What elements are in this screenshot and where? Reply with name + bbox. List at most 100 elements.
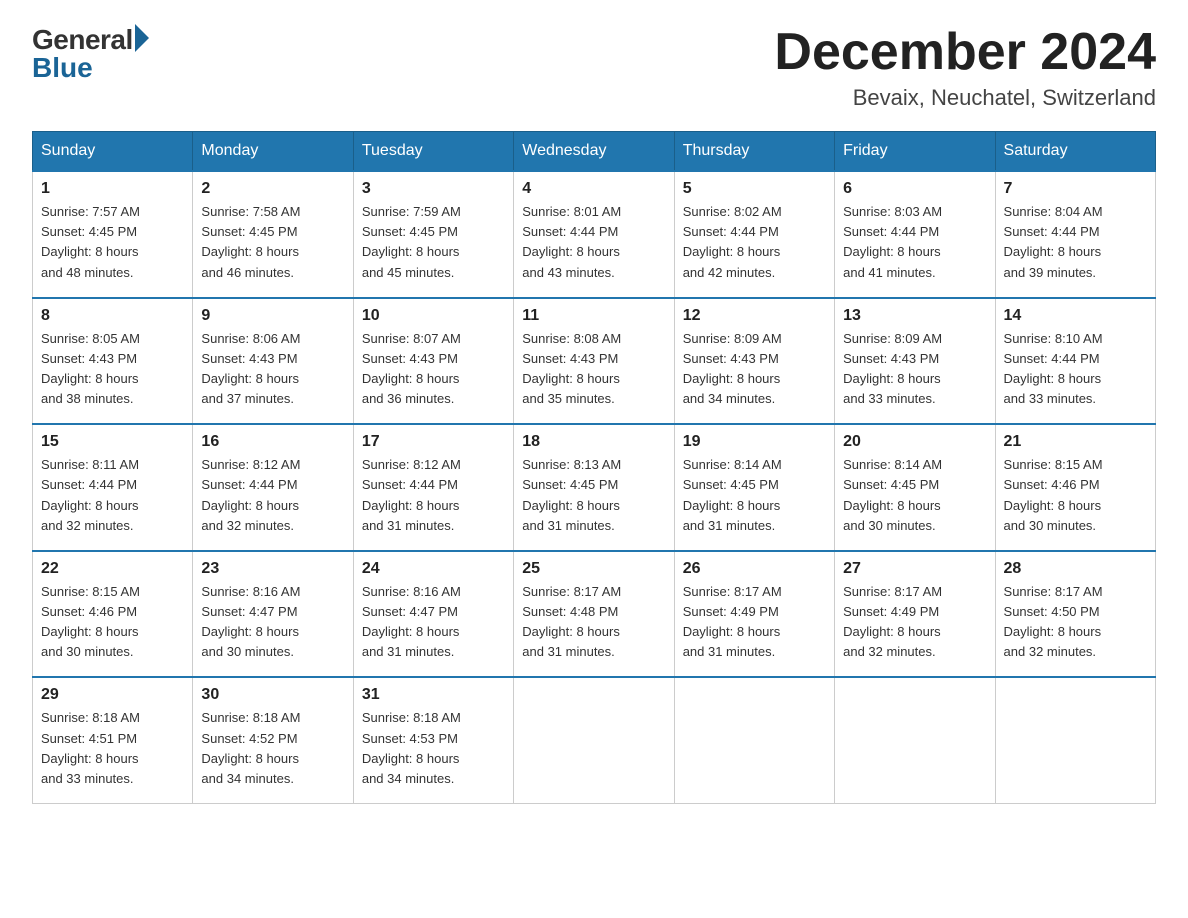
calendar-cell: 20 Sunrise: 8:14 AMSunset: 4:45 PMDayligh… — [835, 424, 995, 551]
day-info: Sunrise: 8:14 AMSunset: 4:45 PMDaylight:… — [683, 455, 826, 536]
day-info: Sunrise: 8:04 AMSunset: 4:44 PMDaylight:… — [1004, 202, 1147, 283]
calendar-cell: 23 Sunrise: 8:16 AMSunset: 4:47 PMDayligh… — [193, 551, 353, 678]
week-row-4: 22 Sunrise: 8:15 AMSunset: 4:46 PMDayligh… — [33, 551, 1156, 678]
day-number: 3 — [362, 180, 505, 198]
day-info: Sunrise: 8:18 AMSunset: 4:53 PMDaylight:… — [362, 708, 505, 789]
day-number: 6 — [843, 180, 986, 198]
day-info: Sunrise: 8:17 AMSunset: 4:49 PMDaylight:… — [843, 582, 986, 663]
calendar-cell: 1 Sunrise: 7:57 AMSunset: 4:45 PMDaylight… — [33, 171, 193, 298]
calendar-cell: 26 Sunrise: 8:17 AMSunset: 4:49 PMDayligh… — [674, 551, 834, 678]
calendar-cell — [674, 677, 834, 803]
day-info: Sunrise: 8:03 AMSunset: 4:44 PMDaylight:… — [843, 202, 986, 283]
day-number: 19 — [683, 433, 826, 451]
location-title: Bevaix, Neuchatel, Switzerland — [774, 85, 1156, 111]
calendar-cell: 25Sunrise: 8:17 AMSunset: 4:48 PMDayligh… — [514, 551, 674, 678]
calendar-cell: 10 Sunrise: 8:07 AMSunset: 4:43 PMDayligh… — [353, 298, 513, 425]
day-number: 22 — [41, 560, 184, 578]
week-row-2: 8 Sunrise: 8:05 AMSunset: 4:43 PMDaylight… — [33, 298, 1156, 425]
day-info: Sunrise: 8:18 AMSunset: 4:51 PMDaylight:… — [41, 708, 184, 789]
calendar-cell: 13 Sunrise: 8:09 AMSunset: 4:43 PMDayligh… — [835, 298, 995, 425]
day-number: 23 — [201, 560, 344, 578]
calendar-cell: 15Sunrise: 8:11 AMSunset: 4:44 PMDayligh… — [33, 424, 193, 551]
day-number: 16 — [201, 433, 344, 451]
page-header: General Blue December 2024 Bevaix, Neuch… — [32, 24, 1156, 111]
day-info: Sunrise: 8:17 AMSunset: 4:48 PMDaylight:… — [522, 582, 665, 663]
header-col-tuesday: Tuesday — [353, 132, 513, 172]
day-info: Sunrise: 8:14 AMSunset: 4:45 PMDaylight:… — [843, 455, 986, 536]
day-number: 1 — [41, 180, 184, 198]
day-info: Sunrise: 8:10 AMSunset: 4:44 PMDaylight:… — [1004, 329, 1147, 410]
day-number: 29 — [41, 686, 184, 704]
calendar-cell — [995, 677, 1155, 803]
day-number: 5 — [683, 180, 826, 198]
day-info: Sunrise: 8:01 AMSunset: 4:44 PMDaylight:… — [522, 202, 665, 283]
day-number: 30 — [201, 686, 344, 704]
calendar-cell: 5 Sunrise: 8:02 AMSunset: 4:44 PMDaylight… — [674, 171, 834, 298]
week-row-1: 1 Sunrise: 7:57 AMSunset: 4:45 PMDaylight… — [33, 171, 1156, 298]
month-title: December 2024 — [774, 24, 1156, 81]
day-info: Sunrise: 8:12 AMSunset: 4:44 PMDaylight:… — [362, 455, 505, 536]
day-number: 21 — [1004, 433, 1147, 451]
calendar-cell: 31 Sunrise: 8:18 AMSunset: 4:53 PMDayligh… — [353, 677, 513, 803]
day-info: Sunrise: 8:18 AMSunset: 4:52 PMDaylight:… — [201, 708, 344, 789]
header-col-sunday: Sunday — [33, 132, 193, 172]
header-col-saturday: Saturday — [995, 132, 1155, 172]
day-number: 14 — [1004, 307, 1147, 325]
logo-arrow-icon — [135, 24, 149, 52]
calendar-cell: 30 Sunrise: 8:18 AMSunset: 4:52 PMDayligh… — [193, 677, 353, 803]
calendar-cell: 8 Sunrise: 8:05 AMSunset: 4:43 PMDaylight… — [33, 298, 193, 425]
day-number: 17 — [362, 433, 505, 451]
calendar-cell: 6 Sunrise: 8:03 AMSunset: 4:44 PMDaylight… — [835, 171, 995, 298]
day-info: Sunrise: 8:08 AMSunset: 4:43 PMDaylight:… — [522, 329, 665, 410]
calendar-cell: 24Sunrise: 8:16 AMSunset: 4:47 PMDayligh… — [353, 551, 513, 678]
calendar-cell: 14 Sunrise: 8:10 AMSunset: 4:44 PMDayligh… — [995, 298, 1155, 425]
day-info: Sunrise: 8:13 AMSunset: 4:45 PMDaylight:… — [522, 455, 665, 536]
day-info: Sunrise: 8:17 AMSunset: 4:49 PMDaylight:… — [683, 582, 826, 663]
day-info: Sunrise: 8:16 AMSunset: 4:47 PMDaylight:… — [201, 582, 344, 663]
day-info: Sunrise: 8:02 AMSunset: 4:44 PMDaylight:… — [683, 202, 826, 283]
week-row-5: 29 Sunrise: 8:18 AMSunset: 4:51 PMDayligh… — [33, 677, 1156, 803]
day-number: 31 — [362, 686, 505, 704]
calendar-header-row: SundayMondayTuesdayWednesdayThursdayFrid… — [33, 132, 1156, 172]
day-info: Sunrise: 8:06 AMSunset: 4:43 PMDaylight:… — [201, 329, 344, 410]
calendar-cell: 29 Sunrise: 8:18 AMSunset: 4:51 PMDayligh… — [33, 677, 193, 803]
calendar-cell: 12Sunrise: 8:09 AMSunset: 4:43 PMDayligh… — [674, 298, 834, 425]
calendar-cell: 4 Sunrise: 8:01 AMSunset: 4:44 PMDaylight… — [514, 171, 674, 298]
day-info: Sunrise: 8:09 AMSunset: 4:43 PMDaylight:… — [843, 329, 986, 410]
header-col-monday: Monday — [193, 132, 353, 172]
calendar-cell — [835, 677, 995, 803]
calendar-cell: 19 Sunrise: 8:14 AMSunset: 4:45 PMDayligh… — [674, 424, 834, 551]
day-number: 8 — [41, 307, 184, 325]
calendar-cell: 27 Sunrise: 8:17 AMSunset: 4:49 PMDayligh… — [835, 551, 995, 678]
day-info: Sunrise: 8:09 AMSunset: 4:43 PMDaylight:… — [683, 329, 826, 410]
header-col-wednesday: Wednesday — [514, 132, 674, 172]
header-col-thursday: Thursday — [674, 132, 834, 172]
day-info: Sunrise: 8:11 AMSunset: 4:44 PMDaylight:… — [41, 455, 184, 536]
day-number: 13 — [843, 307, 986, 325]
day-info: Sunrise: 8:07 AMSunset: 4:43 PMDaylight:… — [362, 329, 505, 410]
day-info: Sunrise: 7:57 AMSunset: 4:45 PMDaylight:… — [41, 202, 184, 283]
title-area: December 2024 Bevaix, Neuchatel, Switzer… — [774, 24, 1156, 111]
week-row-3: 15Sunrise: 8:11 AMSunset: 4:44 PMDayligh… — [33, 424, 1156, 551]
day-number: 2 — [201, 180, 344, 198]
calendar-cell: 16Sunrise: 8:12 AMSunset: 4:44 PMDayligh… — [193, 424, 353, 551]
calendar-cell: 2Sunrise: 7:58 AMSunset: 4:45 PMDaylight… — [193, 171, 353, 298]
day-number: 20 — [843, 433, 986, 451]
day-number: 24 — [362, 560, 505, 578]
calendar-cell: 17 Sunrise: 8:12 AMSunset: 4:44 PMDayligh… — [353, 424, 513, 551]
day-info: Sunrise: 7:59 AMSunset: 4:45 PMDaylight:… — [362, 202, 505, 283]
day-number: 4 — [522, 180, 665, 198]
day-number: 27 — [843, 560, 986, 578]
day-number: 7 — [1004, 180, 1147, 198]
calendar-cell: 3 Sunrise: 7:59 AMSunset: 4:45 PMDaylight… — [353, 171, 513, 298]
day-number: 26 — [683, 560, 826, 578]
day-number: 9 — [201, 307, 344, 325]
day-info: Sunrise: 8:15 AMSunset: 4:46 PMDaylight:… — [41, 582, 184, 663]
day-number: 10 — [362, 307, 505, 325]
day-number: 11 — [522, 307, 665, 325]
day-number: 18 — [522, 433, 665, 451]
day-info: Sunrise: 8:05 AMSunset: 4:43 PMDaylight:… — [41, 329, 184, 410]
calendar-cell: 7 Sunrise: 8:04 AMSunset: 4:44 PMDaylight… — [995, 171, 1155, 298]
day-number: 28 — [1004, 560, 1147, 578]
calendar-cell: 28Sunrise: 8:17 AMSunset: 4:50 PMDayligh… — [995, 551, 1155, 678]
